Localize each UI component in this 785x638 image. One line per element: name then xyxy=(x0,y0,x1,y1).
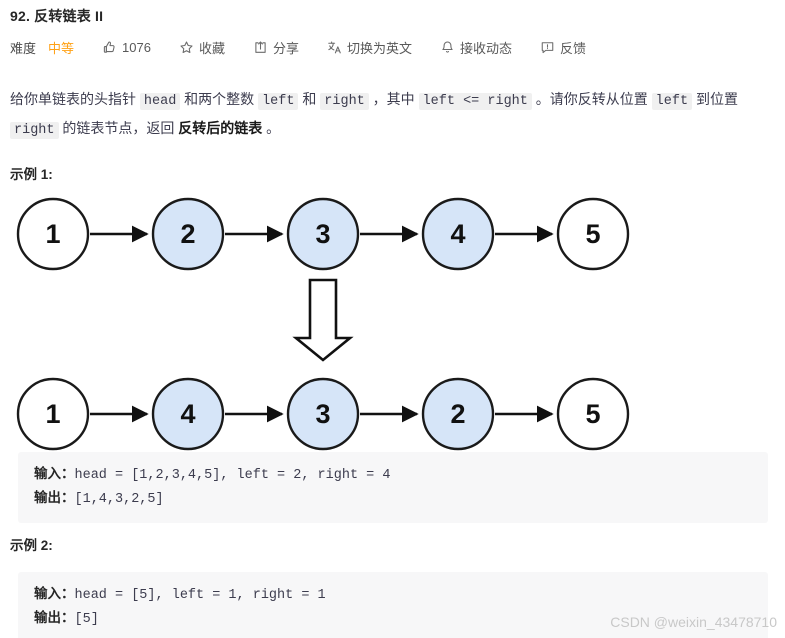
difficulty-label: 难度 xyxy=(10,41,37,56)
inline-code-right: right xyxy=(320,93,369,110)
desc-text-3: 和 xyxy=(298,91,321,107)
before-node-1-label: 2 xyxy=(180,219,195,249)
output-label: 输出： xyxy=(34,490,75,505)
desc-text-8: 。 xyxy=(262,120,281,136)
example-1-block: 输入：head = [1,2,3,4,5], left = 2, right =… xyxy=(18,452,768,523)
after-row: 1 4 3 2 5 xyxy=(16,377,630,451)
problem-page: 92. 反转链表 II 难度 中等 1076 收藏 分享 切换为英文 接收动态 … xyxy=(0,0,785,638)
example-2-input-line: 输入：head = [5], left = 1, right = 1 xyxy=(34,583,752,607)
input-label: 输入： xyxy=(34,466,75,481)
before-node-4-label: 5 xyxy=(585,219,600,249)
difficulty-badge: 难度 中等 xyxy=(10,38,74,57)
after-node-4-label: 5 xyxy=(585,399,600,429)
share-label: 分享 xyxy=(272,41,299,56)
favorite-label: 收藏 xyxy=(198,41,225,56)
subscribe-button[interactable]: 接收动态 xyxy=(440,38,512,57)
share-button[interactable]: 分享 xyxy=(253,38,299,57)
problem-description: 给你单链表的头指针 head 和两个整数 left 和 right ，其中 le… xyxy=(10,86,768,144)
output-value: [1,4,3,2,5] xyxy=(74,492,164,507)
down-block-arrow xyxy=(292,278,354,362)
feedback-label: 反馈 xyxy=(560,41,587,56)
example-2-heading: 示例 2: xyxy=(10,538,53,553)
share-box-icon xyxy=(253,40,268,55)
desc-bold-phrase: 反转后的链表 xyxy=(178,120,263,136)
example-1-input-line: 输入：head = [1,2,3,4,5], left = 2, right =… xyxy=(34,463,752,487)
input-label: 输入： xyxy=(34,586,75,601)
page-title: 92. 反转链表 II xyxy=(10,8,104,24)
before-node-2-label: 3 xyxy=(315,219,330,249)
example-1-output-line: 输出：[1,4,3,2,5] xyxy=(34,487,752,511)
before-node-0-label: 1 xyxy=(45,219,60,249)
comment-icon xyxy=(540,40,555,55)
before-node-3-label: 4 xyxy=(450,219,465,249)
inline-code-left-le-right: left <= right xyxy=(418,93,532,110)
linked-list-diagram: 1 2 3 4 5 1 4 3 2 5 xyxy=(0,188,700,458)
inline-code-left: left xyxy=(258,93,299,110)
thumbs-up-icon xyxy=(102,40,117,55)
desc-text-7: 的链表节点，返回 xyxy=(58,120,179,136)
after-node-0-label: 1 xyxy=(45,399,60,429)
translate-label: 切换为英文 xyxy=(346,41,412,56)
before-row: 1 2 3 4 5 xyxy=(16,197,630,271)
desc-text-6: 到位置 xyxy=(692,91,738,107)
translate-button[interactable]: 切换为英文 xyxy=(327,38,412,57)
after-node-2-label: 3 xyxy=(315,399,330,429)
output-value: [5] xyxy=(74,612,99,627)
desc-text-4: ，其中 xyxy=(368,91,419,107)
example-1-heading: 示例 1: xyxy=(10,167,53,182)
bell-icon xyxy=(440,40,455,55)
subscribe-label: 接收动态 xyxy=(460,41,513,56)
desc-text-5: 。请你反转从位置 xyxy=(531,91,652,107)
like-button[interactable]: 1076 xyxy=(102,40,151,55)
feedback-button[interactable]: 反馈 xyxy=(540,38,586,57)
inline-code-head: head xyxy=(139,93,181,110)
inline-code-right-2: right xyxy=(10,122,59,139)
output-label: 输出： xyxy=(34,610,75,625)
inline-code-left-2: left xyxy=(651,93,693,110)
language-icon xyxy=(327,40,342,55)
watermark: CSDN @weixin_43478710 xyxy=(610,614,777,630)
difficulty-value: 中等 xyxy=(48,41,75,56)
desc-text-1: 给你单链表的头指针 xyxy=(10,91,140,107)
favorite-button[interactable]: 收藏 xyxy=(179,38,225,57)
problem-toolbar: 难度 中等 1076 收藏 分享 切换为英文 接收动态 反馈 xyxy=(10,38,586,57)
input-value: head = [5], left = 1, right = 1 xyxy=(74,588,326,603)
star-icon xyxy=(179,40,194,55)
like-count: 1076 xyxy=(122,40,151,55)
desc-text-2: 和两个整数 xyxy=(180,91,259,107)
input-value: head = [1,2,3,4,5], left = 2, right = 4 xyxy=(74,468,391,483)
after-node-1-label: 4 xyxy=(180,399,195,429)
after-node-3-label: 2 xyxy=(450,399,465,429)
